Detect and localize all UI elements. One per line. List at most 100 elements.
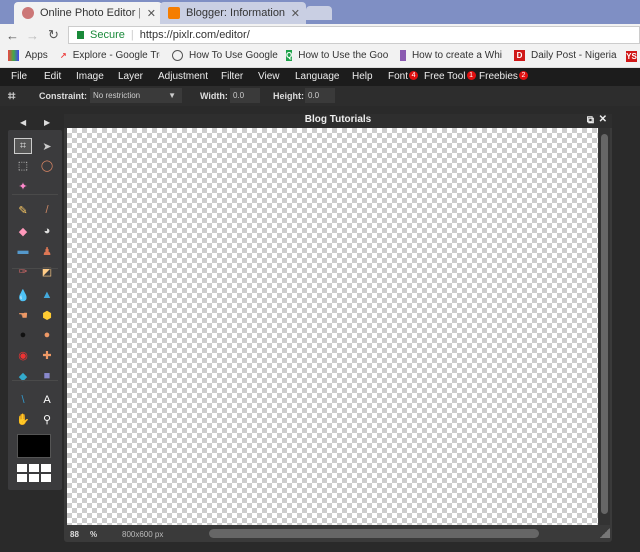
height-input[interactable]: 0.0	[305, 88, 335, 103]
close-tab-icon[interactable]: ✕	[291, 7, 300, 20]
menu-free-tool[interactable]: Free Tool 1	[424, 71, 476, 82]
crop-icon: ⌗	[8, 88, 16, 103]
type-tool-icon[interactable]: A	[38, 392, 56, 408]
bookmark-item[interactable]: ↗ Explore - Google Tre	[60, 50, 160, 61]
divider	[12, 194, 58, 195]
maximize-icon[interactable]: ⧉	[587, 115, 594, 126]
back-icon[interactable]: ←	[6, 28, 19, 43]
menu-font[interactable]: Font 4	[388, 71, 419, 82]
drawing-tool-icon[interactable]: ◩	[38, 263, 56, 279]
brush-tool-icon[interactable]: /	[38, 202, 56, 218]
width-input[interactable]: 0.0	[230, 88, 260, 103]
address-bar: ← → ↻ Secure | https://pixlr.com/editor/	[0, 24, 640, 46]
spot-heal-tool-icon[interactable]: ✚	[38, 347, 56, 363]
gradient-tool-icon[interactable]: ▬	[14, 243, 32, 259]
menu-image[interactable]: Image	[76, 71, 104, 82]
document-window: Blog Tutorials ⧉ ✕ 88 % 800x600 px	[64, 114, 612, 542]
bookmark-item[interactable]: How to create a Whi	[400, 50, 502, 61]
toolbox-header: ◀ ▶	[8, 118, 62, 130]
sharpen-tool-icon[interactable]: ▲	[38, 287, 56, 303]
menu-adjustment[interactable]: Adjustment	[158, 71, 208, 82]
pixlr-favicon	[22, 7, 34, 19]
menu-freebies[interactable]: Freebies 2	[479, 71, 528, 82]
palette-swatch[interactable]	[29, 474, 39, 482]
move-tool-icon[interactable]: ➤	[38, 138, 56, 154]
blur-tool-icon[interactable]: 💧	[14, 287, 32, 303]
bloat-tool-icon[interactable]: ◆	[14, 368, 32, 384]
zoom-tool-icon[interactable]: ⚲	[38, 411, 56, 427]
magic-wand-tool-icon[interactable]: ✦	[14, 178, 32, 194]
menu-layer[interactable]: Layer	[118, 71, 143, 82]
document-title-bar: Blog Tutorials ⧉ ✕	[64, 114, 612, 128]
reload-icon[interactable]: ↻	[48, 27, 59, 43]
notification-badge: 4	[409, 71, 419, 80]
crop-tool-icon[interactable]: ⌗	[14, 138, 32, 154]
palette-swatch[interactable]	[29, 464, 39, 472]
options-bar: ⌗ Constraint: No restriction ▼ Width: 0.0…	[0, 86, 640, 106]
hand-tool-icon[interactable]: ✋	[14, 411, 32, 427]
marquee-tool-icon[interactable]: ⬚	[14, 157, 32, 173]
menu-edit[interactable]: Edit	[44, 71, 61, 82]
constraint-select[interactable]: No restriction ▼	[90, 88, 182, 103]
horizontal-scrollbar[interactable]	[209, 529, 539, 538]
pencil-tool-icon[interactable]: ✎	[14, 202, 32, 218]
chevron-down-icon: ▼	[168, 91, 176, 100]
tab-pixlr[interactable]: Online Photo Editor | Pixlr✕	[14, 2, 162, 24]
scroll-thumb[interactable]	[601, 134, 608, 514]
site-icon	[172, 50, 183, 61]
close-tab-icon[interactable]: ✕	[147, 7, 156, 20]
arrow-left-icon[interactable]: ◀	[20, 118, 26, 127]
divider	[12, 268, 58, 269]
palette-swatch[interactable]	[41, 464, 51, 472]
palette-swatch[interactable]	[17, 474, 27, 482]
menu-view[interactable]: View	[258, 71, 280, 82]
arrow-right-icon[interactable]: ▶	[44, 118, 50, 127]
canvas[interactable]	[67, 128, 598, 525]
clone-stamp-tool-icon[interactable]: ♟	[38, 243, 56, 259]
bookmark-apps[interactable]: Apps	[8, 50, 48, 61]
red-eye-tool-icon[interactable]: ◉	[14, 347, 32, 363]
menu-language[interactable]: Language	[295, 71, 340, 82]
eraser-tool-icon[interactable]: ◆	[14, 223, 32, 239]
menu-filter[interactable]: Filter	[221, 71, 243, 82]
bookmark-item[interactable]: D Daily Post - Nigeria	[514, 50, 617, 61]
pinch-tool-icon[interactable]: ■	[38, 368, 56, 384]
bookmark-item[interactable]: How To Use Google	[172, 50, 278, 61]
lock-icon	[77, 31, 84, 39]
dodge-tool-icon[interactable]: ●	[38, 327, 56, 343]
url-field[interactable]: Secure | https://pixlr.com/editor/	[68, 26, 640, 44]
menu-file[interactable]: File	[11, 71, 27, 82]
dailypost-icon: D	[514, 50, 525, 61]
color-picker-tool-icon[interactable]: \	[14, 392, 32, 408]
divider	[12, 380, 58, 381]
image-size: 800x600 px	[122, 530, 164, 539]
notification-badge: 1	[466, 71, 476, 80]
tab-blogger[interactable]: Blogger: Information Guide✕	[160, 2, 306, 24]
new-tab-button[interactable]	[306, 6, 332, 20]
lasso-tool-icon[interactable]: ◯	[38, 157, 56, 173]
zoom-input[interactable]: 88	[70, 530, 79, 539]
forward-icon[interactable]: →	[26, 28, 39, 43]
palette-swatch[interactable]	[41, 474, 51, 482]
primary-color-swatch[interactable]	[17, 434, 51, 458]
trends-icon: ↗	[60, 51, 67, 60]
site-icon	[400, 50, 406, 61]
browser-tab-bar: Online Photo Editor | Pixlr✕ Blogger: In…	[0, 0, 640, 24]
burn-tool-icon[interactable]: ●	[14, 327, 32, 343]
smudge-tool-icon[interactable]: ☚	[14, 307, 32, 323]
bookmarks-bar: Apps ↗ Explore - Google Tre How To Use Go…	[0, 46, 640, 68]
apps-icon	[8, 50, 19, 61]
bookmark-item[interactable]: Q How to Use the Goo	[286, 50, 388, 61]
vertical-scrollbar[interactable]	[599, 128, 610, 525]
ys-icon[interactable]: YS	[626, 51, 637, 62]
status-bar: 88 % 800x600 px	[64, 526, 612, 542]
palette-swatch[interactable]	[17, 464, 27, 472]
notification-badge: 2	[518, 71, 528, 80]
color-replace-tool-icon[interactable]: ✑	[14, 263, 32, 279]
paint-bucket-tool-icon[interactable]: ◕	[38, 223, 56, 239]
sponge-tool-icon[interactable]: ⬢	[38, 307, 56, 323]
menu-help[interactable]: Help	[352, 71, 373, 82]
quora-icon: Q	[286, 50, 293, 61]
close-icon[interactable]: ✕	[599, 114, 607, 125]
resize-handle[interactable]	[600, 528, 610, 538]
